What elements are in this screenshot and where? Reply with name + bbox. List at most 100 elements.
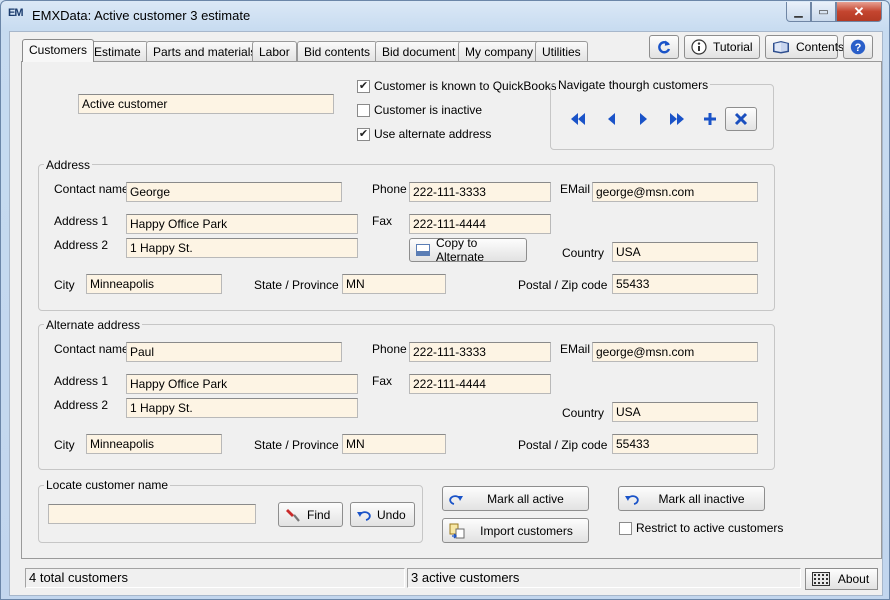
- maximize-button[interactable]: ▭: [811, 2, 836, 22]
- country-label: Country: [562, 246, 605, 260]
- info-icon: [691, 39, 707, 55]
- import-customers-button[interactable]: Import customers: [442, 518, 589, 543]
- alt-email-label: EMail: [560, 342, 591, 356]
- alt-country-field[interactable]: USA: [612, 402, 758, 422]
- tab-customers[interactable]: Customers: [22, 39, 95, 62]
- find-label: Find: [307, 507, 331, 522]
- phone-field[interactable]: 222-111-3333: [409, 182, 551, 202]
- locate-customer-title: Locate customer name: [44, 478, 171, 492]
- tab-label: Utilities: [542, 45, 581, 59]
- about-button[interactable]: About: [805, 568, 878, 590]
- minimize-icon: ▁: [794, 6, 803, 18]
- undo-button[interactable]: Undo: [350, 502, 415, 527]
- undo-icon: [357, 509, 371, 521]
- tab-label: My company: [465, 45, 534, 59]
- fax-field[interactable]: 222-111-4444: [409, 214, 551, 234]
- delete-customer-button[interactable]: [725, 107, 757, 131]
- address2-field[interactable]: 1 Happy St.: [126, 238, 358, 258]
- alt-fax-field[interactable]: 222-111-4444: [409, 374, 551, 394]
- tab-my-company[interactable]: My company: [458, 41, 541, 61]
- known-quickbooks-checkbox[interactable]: ✔: [357, 80, 370, 93]
- mark-all-active-label: Mark all active: [487, 491, 564, 506]
- help-button[interactable]: ?: [843, 35, 873, 59]
- about-label: About: [837, 572, 870, 586]
- alt-zip-field[interactable]: 55433: [612, 434, 758, 454]
- maximize-icon: ▭: [818, 6, 829, 18]
- copy-to-alternate-button[interactable]: Copy to Alternate: [409, 236, 527, 264]
- alt-state-field[interactable]: MN: [342, 434, 446, 454]
- contents-button[interactable]: Contents: [765, 35, 844, 59]
- import-icon: [449, 523, 465, 539]
- alt-address1-label: Address 1: [54, 374, 109, 388]
- tab-labor[interactable]: Labor: [252, 41, 297, 61]
- city-field[interactable]: Minneapolis: [86, 274, 222, 294]
- add-customer-button[interactable]: [700, 109, 720, 129]
- address-group-title: Address: [44, 158, 93, 172]
- customer-inactive-checkbox[interactable]: [357, 104, 370, 117]
- close-icon: ✕: [853, 3, 865, 19]
- refresh-button[interactable]: [649, 35, 679, 59]
- next-customer-button[interactable]: [634, 109, 654, 129]
- refresh-icon: [656, 39, 672, 55]
- zip-label: Postal / Zip code: [518, 278, 608, 292]
- restrict-active-checkbox[interactable]: [619, 522, 632, 535]
- alt-email-field[interactable]: george@msn.com: [592, 342, 758, 362]
- find-icon: [285, 507, 301, 523]
- alt-city-field[interactable]: Minneapolis: [86, 434, 222, 454]
- close-button[interactable]: ✕: [836, 2, 882, 22]
- tab-estimate[interactable]: Estimate: [87, 41, 148, 61]
- email-label: EMail: [560, 182, 591, 196]
- contact-name-field[interactable]: George: [126, 182, 342, 202]
- locate-customer-input[interactable]: [48, 504, 256, 524]
- minimize-button[interactable]: ▁: [786, 2, 811, 22]
- alt-address2-field[interactable]: 1 Happy St.: [126, 398, 358, 418]
- tab-label: Customers: [29, 43, 88, 57]
- country-field[interactable]: USA: [612, 242, 758, 262]
- title-bar[interactable]: EM EMXData: Active customer 3 estimate ▁…: [1, 1, 889, 29]
- navigate-group-title: Navigate thourgh customers: [556, 78, 711, 92]
- use-alternate-label: Use alternate address: [374, 127, 492, 141]
- tab-label: Bid contents: [304, 45, 371, 59]
- tutorial-button[interactable]: Tutorial: [684, 35, 760, 59]
- active-customers-status: 3 active customers: [407, 568, 801, 588]
- use-alternate-checkbox[interactable]: ✔: [357, 128, 370, 141]
- last-customer-button[interactable]: [667, 109, 687, 129]
- alt-fax-label: Fax: [372, 374, 393, 388]
- last-icon: [669, 113, 685, 125]
- tab-bid-document[interactable]: Bid document: [375, 41, 463, 61]
- zip-field[interactable]: 55433: [612, 274, 758, 294]
- known-quickbooks-label: Customer is known to QuickBooks: [374, 79, 557, 93]
- first-customer-button[interactable]: [568, 109, 588, 129]
- first-icon: [570, 113, 586, 125]
- find-button[interactable]: Find: [278, 502, 343, 527]
- tab-parts-and-materials[interactable]: Parts and materials: [146, 41, 264, 61]
- alt-phone-field[interactable]: 222-111-3333: [409, 342, 551, 362]
- mark-all-inactive-button[interactable]: Mark all inactive: [618, 486, 765, 511]
- previous-customer-button[interactable]: [601, 109, 621, 129]
- email-field[interactable]: george@msn.com: [592, 182, 758, 202]
- address2-label: Address 2: [54, 238, 109, 252]
- tab-utilities[interactable]: Utilities: [535, 41, 588, 61]
- contents-label: Contents: [796, 40, 845, 54]
- undo-icon: [625, 493, 639, 505]
- alt-contact-name-field[interactable]: Paul: [126, 342, 342, 362]
- address1-field[interactable]: Happy Office Park: [126, 214, 358, 234]
- book-icon: [772, 40, 790, 54]
- app-icon: EM: [8, 7, 24, 19]
- state-field[interactable]: MN: [342, 274, 446, 294]
- tab-bid-contents[interactable]: Bid contents: [297, 41, 378, 61]
- previous-icon: [606, 113, 616, 125]
- copy-to-alternate-label: Copy to Alternate: [436, 236, 485, 264]
- customer-inactive-label: Customer is inactive: [374, 103, 483, 117]
- mark-all-active-button[interactable]: Mark all active: [442, 486, 589, 511]
- state-label: State / Province: [254, 278, 339, 292]
- alt-address1-field[interactable]: Happy Office Park: [126, 374, 358, 394]
- active-customer-field[interactable]: Active customer: [78, 94, 334, 114]
- window-title: EMXData: Active customer 3 estimate: [32, 8, 251, 23]
- tab-label: Estimate: [94, 45, 141, 59]
- alt-phone-label: Phone: [372, 342, 407, 356]
- restrict-active-label: Restrict to active customers: [636, 521, 784, 535]
- fax-label: Fax: [372, 214, 393, 228]
- add-icon: [703, 112, 717, 126]
- undo-label: Undo: [377, 507, 406, 522]
